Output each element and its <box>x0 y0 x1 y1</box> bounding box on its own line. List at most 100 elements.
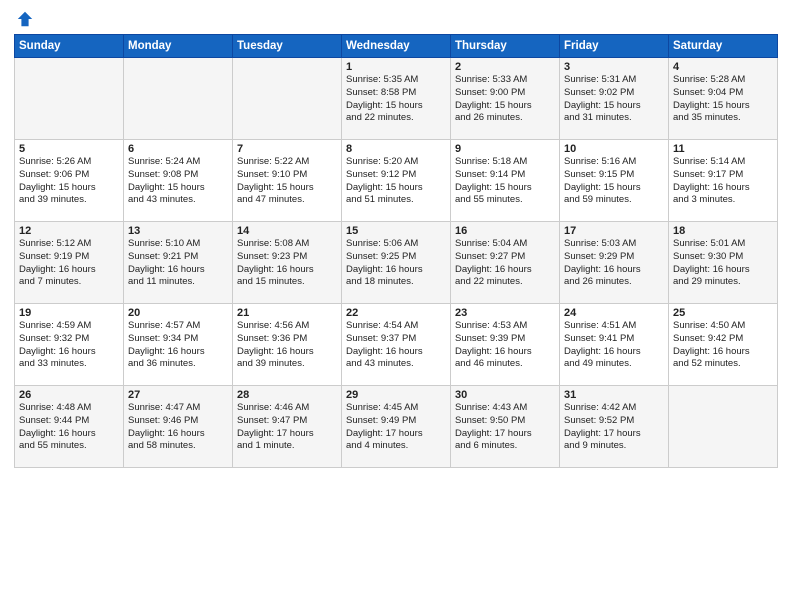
day-number: 8 <box>346 143 446 155</box>
day-number: 20 <box>128 307 228 319</box>
day-info: Sunrise: 4:56 AM Sunset: 9:36 PM Dayligh… <box>237 320 337 371</box>
calendar-cell: 25Sunrise: 4:50 AM Sunset: 9:42 PM Dayli… <box>669 304 778 386</box>
header-cell-friday: Friday <box>560 35 669 58</box>
day-number: 16 <box>455 225 555 237</box>
header-cell-sunday: Sunday <box>15 35 124 58</box>
day-info: Sunrise: 4:48 AM Sunset: 9:44 PM Dayligh… <box>19 402 119 453</box>
day-info: Sunrise: 5:10 AM Sunset: 9:21 PM Dayligh… <box>128 238 228 289</box>
day-number: 24 <box>564 307 664 319</box>
day-number: 29 <box>346 389 446 401</box>
day-info: Sunrise: 5:12 AM Sunset: 9:19 PM Dayligh… <box>19 238 119 289</box>
calendar-cell: 21Sunrise: 4:56 AM Sunset: 9:36 PM Dayli… <box>233 304 342 386</box>
day-info: Sunrise: 4:59 AM Sunset: 9:32 PM Dayligh… <box>19 320 119 371</box>
calendar-cell: 7Sunrise: 5:22 AM Sunset: 9:10 PM Daylig… <box>233 140 342 222</box>
day-number: 21 <box>237 307 337 319</box>
day-number: 6 <box>128 143 228 155</box>
logo <box>14 10 34 28</box>
calendar-cell: 24Sunrise: 4:51 AM Sunset: 9:41 PM Dayli… <box>560 304 669 386</box>
day-number: 3 <box>564 61 664 73</box>
day-number: 30 <box>455 389 555 401</box>
week-row-4: 26Sunrise: 4:48 AM Sunset: 9:44 PM Dayli… <box>15 386 778 468</box>
day-number: 19 <box>19 307 119 319</box>
calendar-cell: 13Sunrise: 5:10 AM Sunset: 9:21 PM Dayli… <box>124 222 233 304</box>
calendar-cell: 15Sunrise: 5:06 AM Sunset: 9:25 PM Dayli… <box>342 222 451 304</box>
calendar-cell: 1Sunrise: 5:35 AM Sunset: 8:58 PM Daylig… <box>342 58 451 140</box>
day-info: Sunrise: 4:53 AM Sunset: 9:39 PM Dayligh… <box>455 320 555 371</box>
day-number: 25 <box>673 307 773 319</box>
day-info: Sunrise: 4:47 AM Sunset: 9:46 PM Dayligh… <box>128 402 228 453</box>
day-info: Sunrise: 5:33 AM Sunset: 9:00 PM Dayligh… <box>455 74 555 125</box>
day-number: 7 <box>237 143 337 155</box>
day-info: Sunrise: 5:28 AM Sunset: 9:04 PM Dayligh… <box>673 74 773 125</box>
calendar-cell: 31Sunrise: 4:42 AM Sunset: 9:52 PM Dayli… <box>560 386 669 468</box>
calendar-cell: 26Sunrise: 4:48 AM Sunset: 9:44 PM Dayli… <box>15 386 124 468</box>
calendar-cell: 11Sunrise: 5:14 AM Sunset: 9:17 PM Dayli… <box>669 140 778 222</box>
calendar-cell: 9Sunrise: 5:18 AM Sunset: 9:14 PM Daylig… <box>451 140 560 222</box>
day-number: 11 <box>673 143 773 155</box>
calendar-cell: 6Sunrise: 5:24 AM Sunset: 9:08 PM Daylig… <box>124 140 233 222</box>
header-cell-thursday: Thursday <box>451 35 560 58</box>
calendar-table: SundayMondayTuesdayWednesdayThursdayFrid… <box>14 34 778 468</box>
calendar-cell: 2Sunrise: 5:33 AM Sunset: 9:00 PM Daylig… <box>451 58 560 140</box>
calendar-cell: 5Sunrise: 5:26 AM Sunset: 9:06 PM Daylig… <box>15 140 124 222</box>
day-number: 22 <box>346 307 446 319</box>
header-cell-wednesday: Wednesday <box>342 35 451 58</box>
day-number: 28 <box>237 389 337 401</box>
calendar-cell: 19Sunrise: 4:59 AM Sunset: 9:32 PM Dayli… <box>15 304 124 386</box>
day-info: Sunrise: 5:35 AM Sunset: 8:58 PM Dayligh… <box>346 74 446 125</box>
day-info: Sunrise: 5:22 AM Sunset: 9:10 PM Dayligh… <box>237 156 337 207</box>
week-row-3: 19Sunrise: 4:59 AM Sunset: 9:32 PM Dayli… <box>15 304 778 386</box>
day-number: 4 <box>673 61 773 73</box>
day-info: Sunrise: 4:50 AM Sunset: 9:42 PM Dayligh… <box>673 320 773 371</box>
calendar-cell: 14Sunrise: 5:08 AM Sunset: 9:23 PM Dayli… <box>233 222 342 304</box>
day-info: Sunrise: 5:08 AM Sunset: 9:23 PM Dayligh… <box>237 238 337 289</box>
day-number: 23 <box>455 307 555 319</box>
day-info: Sunrise: 5:26 AM Sunset: 9:06 PM Dayligh… <box>19 156 119 207</box>
day-number: 13 <box>128 225 228 237</box>
day-number: 9 <box>455 143 555 155</box>
day-info: Sunrise: 5:06 AM Sunset: 9:25 PM Dayligh… <box>346 238 446 289</box>
day-number: 10 <box>564 143 664 155</box>
calendar-cell <box>15 58 124 140</box>
calendar-cell: 3Sunrise: 5:31 AM Sunset: 9:02 PM Daylig… <box>560 58 669 140</box>
day-number: 5 <box>19 143 119 155</box>
header-cell-tuesday: Tuesday <box>233 35 342 58</box>
day-number: 18 <box>673 225 773 237</box>
day-number: 2 <box>455 61 555 73</box>
day-info: Sunrise: 5:24 AM Sunset: 9:08 PM Dayligh… <box>128 156 228 207</box>
day-number: 14 <box>237 225 337 237</box>
day-info: Sunrise: 4:57 AM Sunset: 9:34 PM Dayligh… <box>128 320 228 371</box>
calendar-cell: 10Sunrise: 5:16 AM Sunset: 9:15 PM Dayli… <box>560 140 669 222</box>
day-info: Sunrise: 4:54 AM Sunset: 9:37 PM Dayligh… <box>346 320 446 371</box>
page-container: SundayMondayTuesdayWednesdayThursdayFrid… <box>0 0 792 476</box>
week-row-1: 5Sunrise: 5:26 AM Sunset: 9:06 PM Daylig… <box>15 140 778 222</box>
logo-icon <box>16 10 34 28</box>
day-number: 26 <box>19 389 119 401</box>
calendar-cell: 28Sunrise: 4:46 AM Sunset: 9:47 PM Dayli… <box>233 386 342 468</box>
calendar-cell: 18Sunrise: 5:01 AM Sunset: 9:30 PM Dayli… <box>669 222 778 304</box>
day-info: Sunrise: 5:14 AM Sunset: 9:17 PM Dayligh… <box>673 156 773 207</box>
day-number: 12 <box>19 225 119 237</box>
week-row-2: 12Sunrise: 5:12 AM Sunset: 9:19 PM Dayli… <box>15 222 778 304</box>
day-number: 27 <box>128 389 228 401</box>
calendar-cell: 23Sunrise: 4:53 AM Sunset: 9:39 PM Dayli… <box>451 304 560 386</box>
calendar-cell: 29Sunrise: 4:45 AM Sunset: 9:49 PM Dayli… <box>342 386 451 468</box>
day-number: 15 <box>346 225 446 237</box>
day-info: Sunrise: 4:42 AM Sunset: 9:52 PM Dayligh… <box>564 402 664 453</box>
header-cell-monday: Monday <box>124 35 233 58</box>
day-info: Sunrise: 5:18 AM Sunset: 9:14 PM Dayligh… <box>455 156 555 207</box>
day-info: Sunrise: 4:46 AM Sunset: 9:47 PM Dayligh… <box>237 402 337 453</box>
day-info: Sunrise: 5:01 AM Sunset: 9:30 PM Dayligh… <box>673 238 773 289</box>
calendar-cell: 30Sunrise: 4:43 AM Sunset: 9:50 PM Dayli… <box>451 386 560 468</box>
calendar-cell: 4Sunrise: 5:28 AM Sunset: 9:04 PM Daylig… <box>669 58 778 140</box>
day-info: Sunrise: 5:20 AM Sunset: 9:12 PM Dayligh… <box>346 156 446 207</box>
calendar-cell: 20Sunrise: 4:57 AM Sunset: 9:34 PM Dayli… <box>124 304 233 386</box>
calendar-cell: 12Sunrise: 5:12 AM Sunset: 9:19 PM Dayli… <box>15 222 124 304</box>
day-number: 1 <box>346 61 446 73</box>
calendar-cell <box>124 58 233 140</box>
day-info: Sunrise: 4:43 AM Sunset: 9:50 PM Dayligh… <box>455 402 555 453</box>
day-info: Sunrise: 5:04 AM Sunset: 9:27 PM Dayligh… <box>455 238 555 289</box>
day-info: Sunrise: 4:51 AM Sunset: 9:41 PM Dayligh… <box>564 320 664 371</box>
day-number: 31 <box>564 389 664 401</box>
header-cell-saturday: Saturday <box>669 35 778 58</box>
